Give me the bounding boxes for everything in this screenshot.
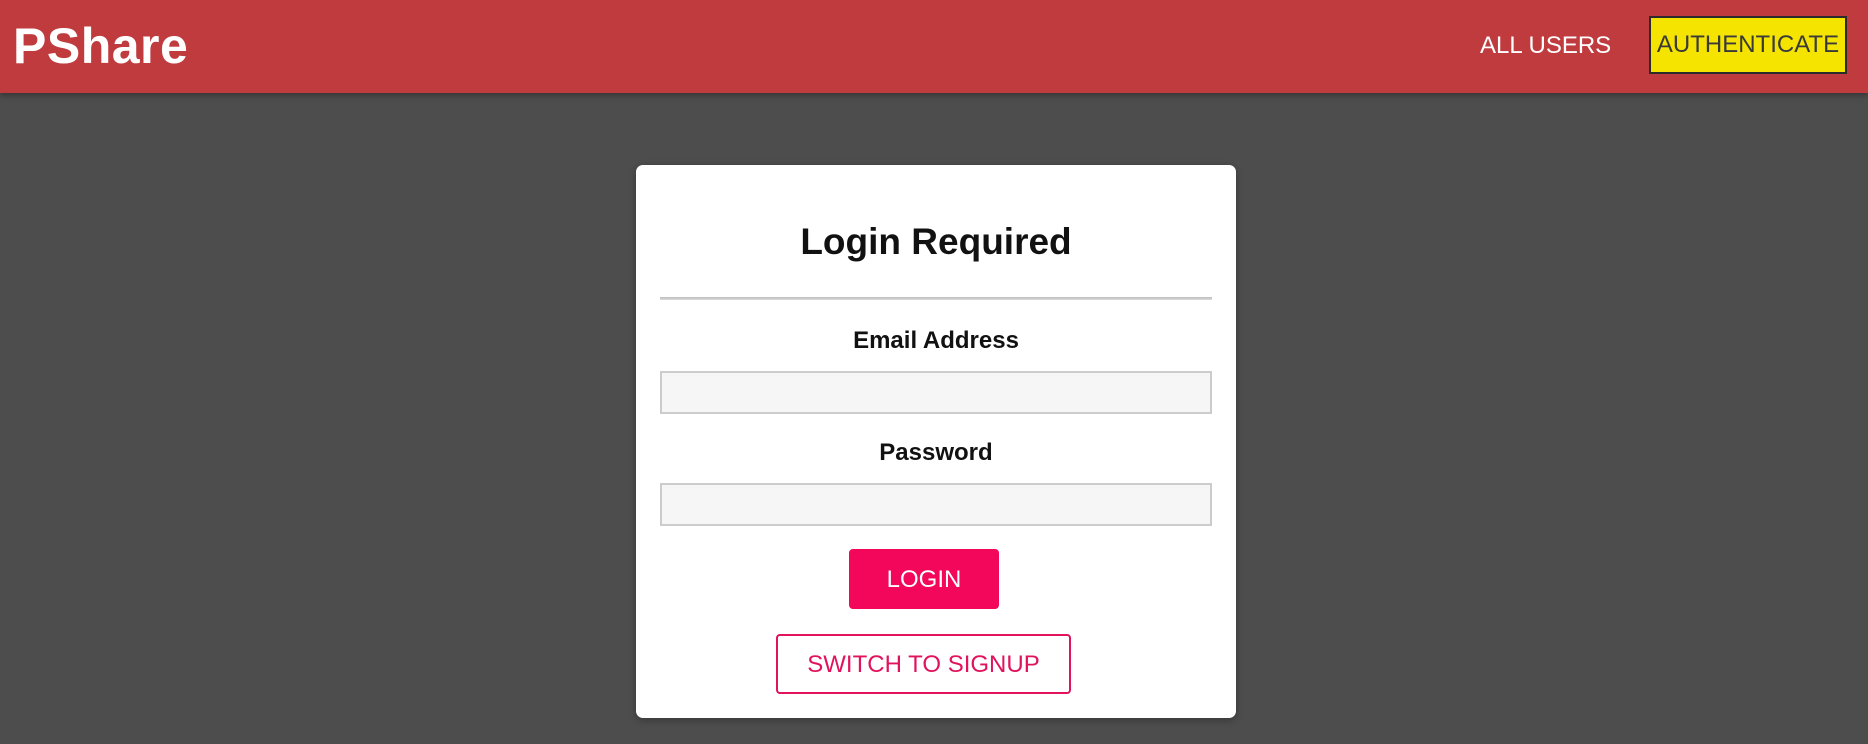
switch-to-signup-button[interactable]: SWITCH TO SIGNUP: [776, 634, 1071, 694]
email-field[interactable]: [660, 371, 1212, 414]
brand-logo-link[interactable]: PShare: [13, 14, 188, 78]
nav-authenticate-button[interactable]: AUTHENTICATE: [1649, 16, 1847, 74]
login-card: Login Required Email Address Password LO…: [636, 165, 1236, 718]
password-label: Password: [879, 439, 993, 466]
email-label: Email Address: [853, 327, 1019, 354]
login-card-title: Login Required: [800, 221, 1072, 262]
title-divider: [660, 297, 1212, 300]
login-button[interactable]: LOGIN: [849, 549, 999, 609]
nav-all-users-link[interactable]: ALL USERS: [1480, 24, 1611, 68]
password-field[interactable]: [660, 483, 1212, 526]
top-navigation-bar: PShare ALL USERS AUTHENTICATE: [0, 0, 1868, 93]
